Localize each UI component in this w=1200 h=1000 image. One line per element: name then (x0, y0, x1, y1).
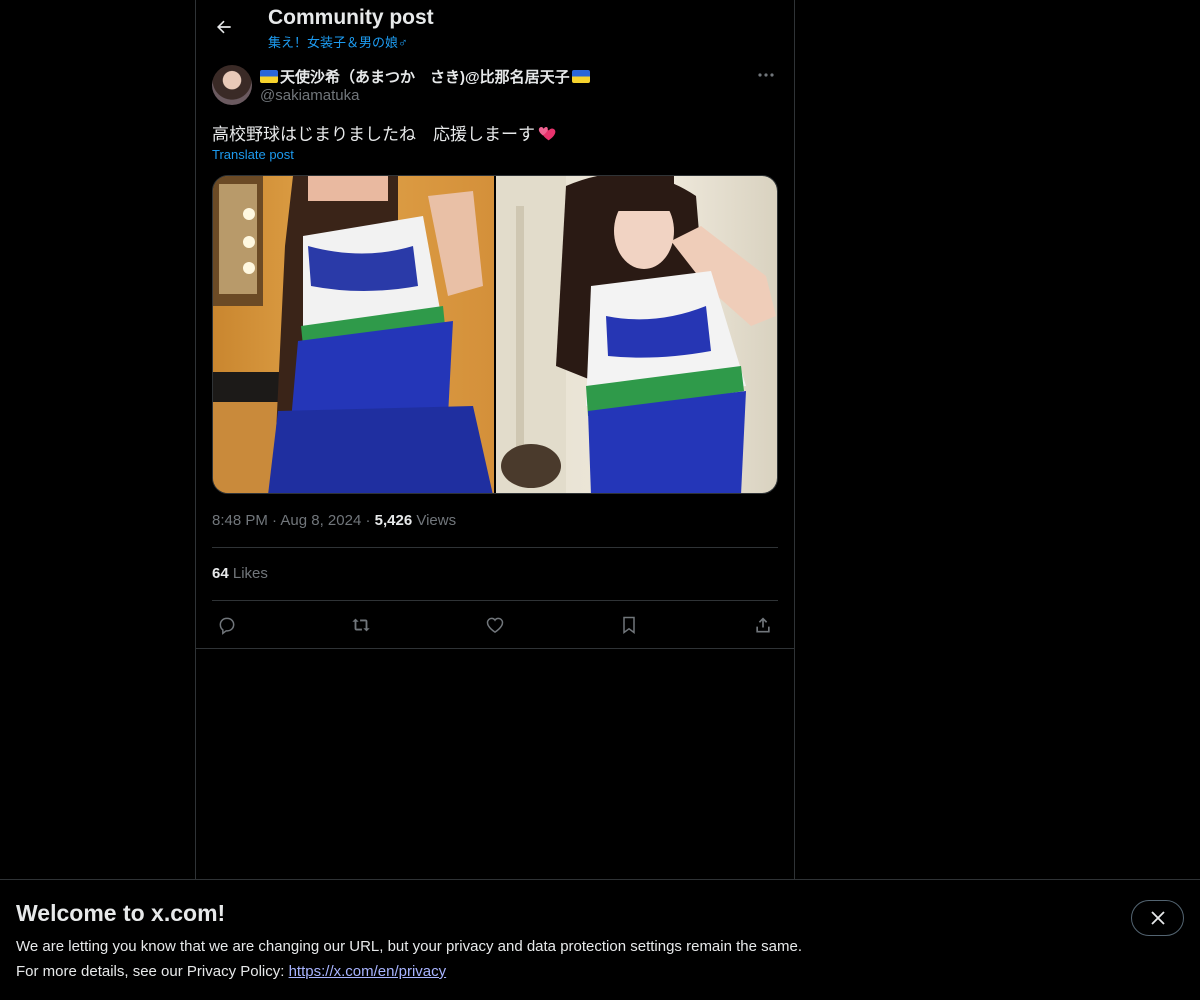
heart-emoji-icon (538, 126, 556, 140)
post-column: Community post 集え！女装子＆男の娘♂ 天使沙希（あまつか さき)… (195, 0, 795, 879)
bookmark-button[interactable] (616, 612, 642, 638)
divider (212, 600, 778, 601)
banner-policy-line: For more details, see our Privacy Policy… (16, 963, 446, 980)
display-name-text: 天使沙希（あまつか さき)@比那名居天子 (280, 69, 570, 86)
share-icon (756, 617, 770, 633)
avatar[interactable] (212, 65, 252, 105)
community-name-link[interactable]: 集え！女装子＆男の娘♂ (268, 32, 408, 51)
like-button[interactable] (482, 612, 508, 638)
repost-icon (352, 618, 370, 632)
views-count: 5,426 (374, 512, 413, 529)
ukraine-flag-icon (571, 70, 590, 83)
banner-title: Welcome to x.com! (16, 900, 226, 926)
like-icon (486, 617, 504, 633)
action-bar (212, 612, 778, 638)
page-title: Community post (268, 6, 434, 29)
author-handle[interactable]: @sakiamatuka (260, 87, 359, 104)
page-header: Community post 集え！女装子＆男の娘♂ (196, 0, 794, 56)
repost-button[interactable] (348, 612, 374, 638)
banner-message: We are letting you know that we are chan… (16, 938, 802, 955)
reply-button[interactable] (214, 612, 240, 638)
divider (196, 648, 794, 649)
more-icon (758, 73, 774, 77)
banner-policy-text: For more details, see our Privacy Policy… (16, 963, 289, 980)
more-button[interactable] (754, 64, 778, 86)
photo-2[interactable] (496, 176, 777, 493)
photo-1[interactable] (213, 176, 494, 493)
post-text-content: 高校野球はじまりましたね 応援しまーす (212, 125, 535, 144)
post-meta: 8:48 PM · Aug 8, 2024 · 5,426 Views (212, 512, 457, 529)
media-grid (212, 175, 778, 494)
likes-label: Likes (232, 565, 268, 582)
post-text: 高校野球はじまりましたね 応援しまーす (212, 120, 557, 145)
welcome-banner: Welcome to x.com! We are letting you kno… (0, 879, 1200, 1000)
bookmark-icon (623, 616, 635, 634)
share-button[interactable] (750, 612, 776, 638)
divider (212, 547, 778, 548)
post-date[interactable]: Aug 8, 2024 (280, 512, 361, 529)
author-name[interactable]: 天使沙希（あまつか さき)@比那名居天子 (260, 66, 590, 87)
ukraine-flag-icon (260, 70, 278, 83)
privacy-policy-link[interactable]: https://x.com/en/privacy (289, 963, 447, 980)
photo-1-image (213, 176, 493, 493)
back-arrow-icon (217, 20, 231, 34)
back-button[interactable] (208, 11, 240, 43)
close-icon (1150, 911, 1165, 925)
close-banner-button[interactable] (1131, 900, 1184, 936)
views-label: Views (416, 512, 457, 529)
likes-stat[interactable]: 64 Likes (212, 565, 268, 582)
photo-2-image (496, 176, 776, 493)
reply-icon (219, 617, 235, 635)
post-time[interactable]: 8:48 PM (212, 512, 268, 529)
likes-count: 64 (212, 565, 229, 582)
translate-post-link[interactable]: Translate post (212, 147, 294, 162)
